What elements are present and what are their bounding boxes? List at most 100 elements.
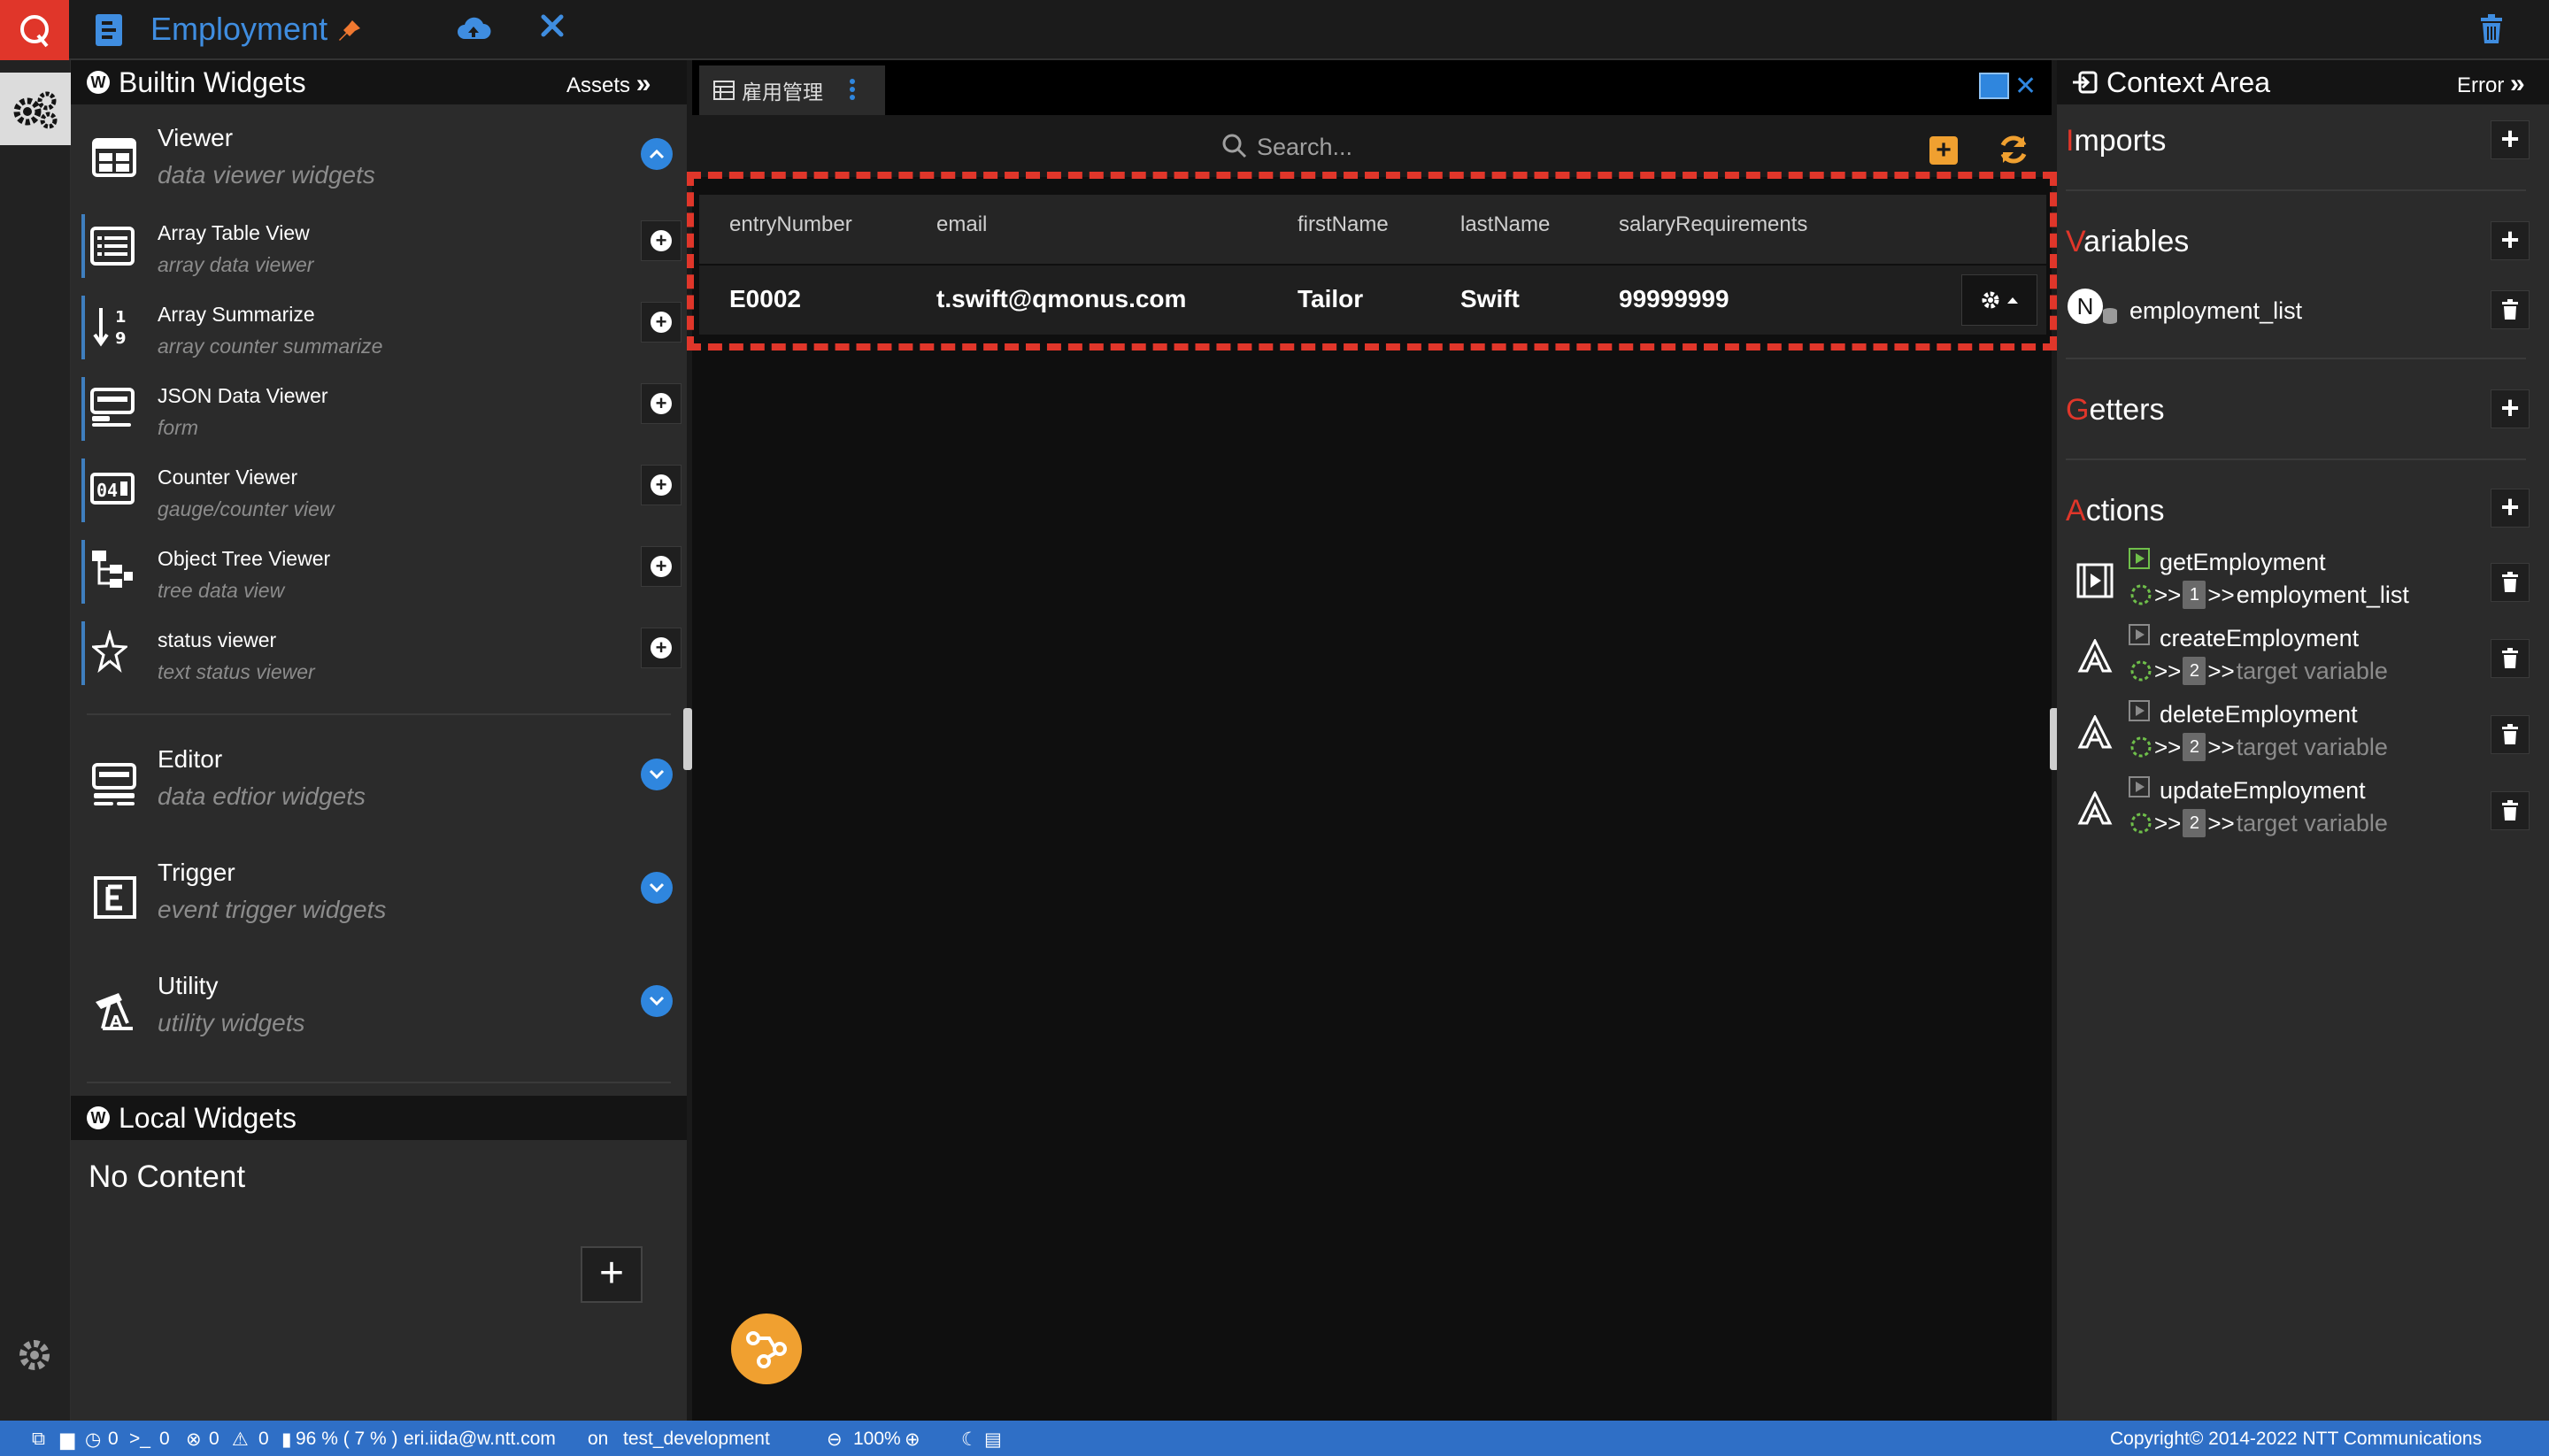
section-rest: mports xyxy=(2074,124,2167,158)
assets-button[interactable]: Assets » xyxy=(566,69,651,99)
action-update-employment-name[interactable]: updateEmployment xyxy=(2160,777,2366,805)
environment-name[interactable]: test_development xyxy=(623,1429,770,1450)
moon-icon[interactable]: ☾ xyxy=(961,1429,978,1451)
collapse-viewer-button[interactable] xyxy=(641,138,673,170)
external-link-icon[interactable]: ⧉ xyxy=(32,1429,45,1450)
cloud-upload-icon[interactable] xyxy=(456,16,491,42)
trash-icon xyxy=(2502,648,2518,668)
widget-json-data-viewer-title[interactable]: JSON Data Viewer xyxy=(158,384,328,408)
status-bar: ⧉ ▆ ◷ 0 >_ 0 ⊗ 0 ⚠ 0 ▮ 96 % ( 7 % ) eri.… xyxy=(0,1421,2549,1456)
action-target: employment_list xyxy=(2236,581,2409,608)
svg-text:A: A xyxy=(110,1013,122,1031)
section-rest: etters xyxy=(2089,393,2165,427)
zoom-out-icon[interactable]: ⊖ xyxy=(827,1429,843,1451)
add-object-tree-viewer-button[interactable]: + xyxy=(641,546,682,587)
divider xyxy=(2066,358,2526,359)
add-status-viewer-button[interactable]: + xyxy=(641,628,682,668)
zoom-in-icon[interactable]: ⊕ xyxy=(905,1429,920,1451)
widget-array-table-view-title[interactable]: Array Table View xyxy=(158,221,310,245)
close-pane-icon[interactable]: ✕ xyxy=(2014,71,2037,102)
terminal-icon[interactable]: >_ xyxy=(129,1429,150,1450)
arrow-text: >> xyxy=(2207,657,2235,684)
left-resize-handle[interactable] xyxy=(683,708,692,770)
add-json-data-viewer-button[interactable]: + xyxy=(641,383,682,424)
search-input[interactable] xyxy=(1257,129,1522,165)
error-button[interactable]: Error » xyxy=(2457,69,2525,99)
double-chevron-right-icon: » xyxy=(2510,69,2525,98)
spinner-icon xyxy=(2130,813,2152,834)
tab-employment-management[interactable]: 雇用管理 xyxy=(699,65,885,115)
trash-icon xyxy=(2502,299,2518,320)
tree-icon xyxy=(90,549,135,593)
flag-icon[interactable]: ▆ xyxy=(60,1429,74,1451)
widget-array-table-view-subtitle: array data viewer xyxy=(158,253,314,276)
delete-action-button[interactable] xyxy=(2491,563,2530,602)
add-array-table-view-button[interactable]: + xyxy=(641,220,682,261)
settings-gear-icon[interactable] xyxy=(16,1337,53,1374)
delete-action-button[interactable] xyxy=(2491,791,2530,830)
chevron-down-icon xyxy=(649,769,665,780)
expand-utility-button[interactable] xyxy=(641,985,673,1017)
count-badge: 2 xyxy=(2183,657,2206,685)
plus-circle-icon: + xyxy=(651,474,672,496)
add-record-button[interactable]: + xyxy=(1929,136,1958,165)
add-import-button[interactable]: + xyxy=(2491,120,2530,159)
refresh-icon[interactable] xyxy=(1997,133,2030,166)
action-delete-employment-name[interactable]: deleteEmployment xyxy=(2160,701,2358,728)
item-accent-bar xyxy=(81,296,85,359)
qmonus-logo[interactable] xyxy=(0,0,69,60)
play-square-icon xyxy=(2128,775,2151,798)
error-label: Error xyxy=(2457,73,2505,97)
arrow-text: >> xyxy=(2154,581,2182,608)
category-utility-title[interactable]: Utility xyxy=(158,972,218,1000)
app-title: Employment xyxy=(150,11,328,47)
widget-status-viewer-title[interactable]: status viewer xyxy=(158,628,276,652)
section-imports-title: Imports xyxy=(2066,124,2166,158)
arrow-text: >> xyxy=(2207,581,2235,608)
add-variable-button[interactable]: + xyxy=(2491,221,2530,260)
item-accent-bar xyxy=(81,377,85,441)
add-getter-button[interactable]: + xyxy=(2491,389,2530,428)
warning-count: 0 xyxy=(258,1429,269,1449)
kebab-menu-icon[interactable] xyxy=(848,78,857,101)
widget-array-summarize-title[interactable]: Array Summarize xyxy=(158,303,315,327)
divider xyxy=(87,1082,671,1083)
delete-action-button[interactable] xyxy=(2491,715,2530,754)
trash-icon[interactable] xyxy=(2478,14,2505,44)
plus-circle-icon: + xyxy=(651,556,672,577)
trash-icon xyxy=(2502,572,2518,592)
widget-counter-viewer-title[interactable]: Counter Viewer xyxy=(158,466,297,489)
widget-icon: W xyxy=(87,71,110,94)
widget-counter-viewer-subtitle: gauge/counter view xyxy=(158,497,335,520)
on-label: on xyxy=(588,1429,609,1449)
add-array-summarize-button[interactable]: + xyxy=(641,302,682,343)
delete-action-button[interactable] xyxy=(2491,639,2530,678)
action-get-employment-name[interactable]: getEmployment xyxy=(2160,549,2326,576)
add-counter-viewer-button[interactable]: + xyxy=(641,465,682,505)
film-icon xyxy=(2076,563,2114,598)
maximize-button[interactable] xyxy=(1979,73,2009,99)
arrow-text: >> xyxy=(2207,809,2235,836)
warning-icon[interactable]: ⚠ xyxy=(232,1429,249,1451)
add-local-widget-button[interactable]: + xyxy=(581,1246,643,1303)
variable-employment-list[interactable]: employment_list xyxy=(2129,297,2302,325)
widget-object-tree-viewer-title[interactable]: Object Tree Viewer xyxy=(158,547,330,571)
delete-variable-button[interactable] xyxy=(2491,290,2530,329)
rail-widgets-button[interactable] xyxy=(0,73,71,145)
pin-icon[interactable] xyxy=(336,18,363,44)
gears-icon xyxy=(13,91,58,129)
expand-trigger-button[interactable] xyxy=(641,872,673,904)
error-circle-icon[interactable]: ⊗ xyxy=(186,1429,202,1451)
category-viewer-title[interactable]: Viewer xyxy=(158,124,233,152)
category-editor-subtitle: data edtior widgets xyxy=(158,782,366,810)
category-trigger-title[interactable]: Trigger xyxy=(158,859,235,887)
css-icon[interactable]: ▤ xyxy=(984,1429,1002,1451)
expand-editor-button[interactable] xyxy=(641,759,673,790)
close-icon[interactable] xyxy=(540,13,565,38)
action-create-employment-name[interactable]: createEmployment xyxy=(2160,625,2359,652)
divider xyxy=(87,713,671,715)
flow-button[interactable] xyxy=(731,1313,802,1384)
chevron-down-icon xyxy=(649,996,665,1006)
category-editor-title[interactable]: Editor xyxy=(158,745,222,774)
add-action-button[interactable]: + xyxy=(2491,489,2530,528)
